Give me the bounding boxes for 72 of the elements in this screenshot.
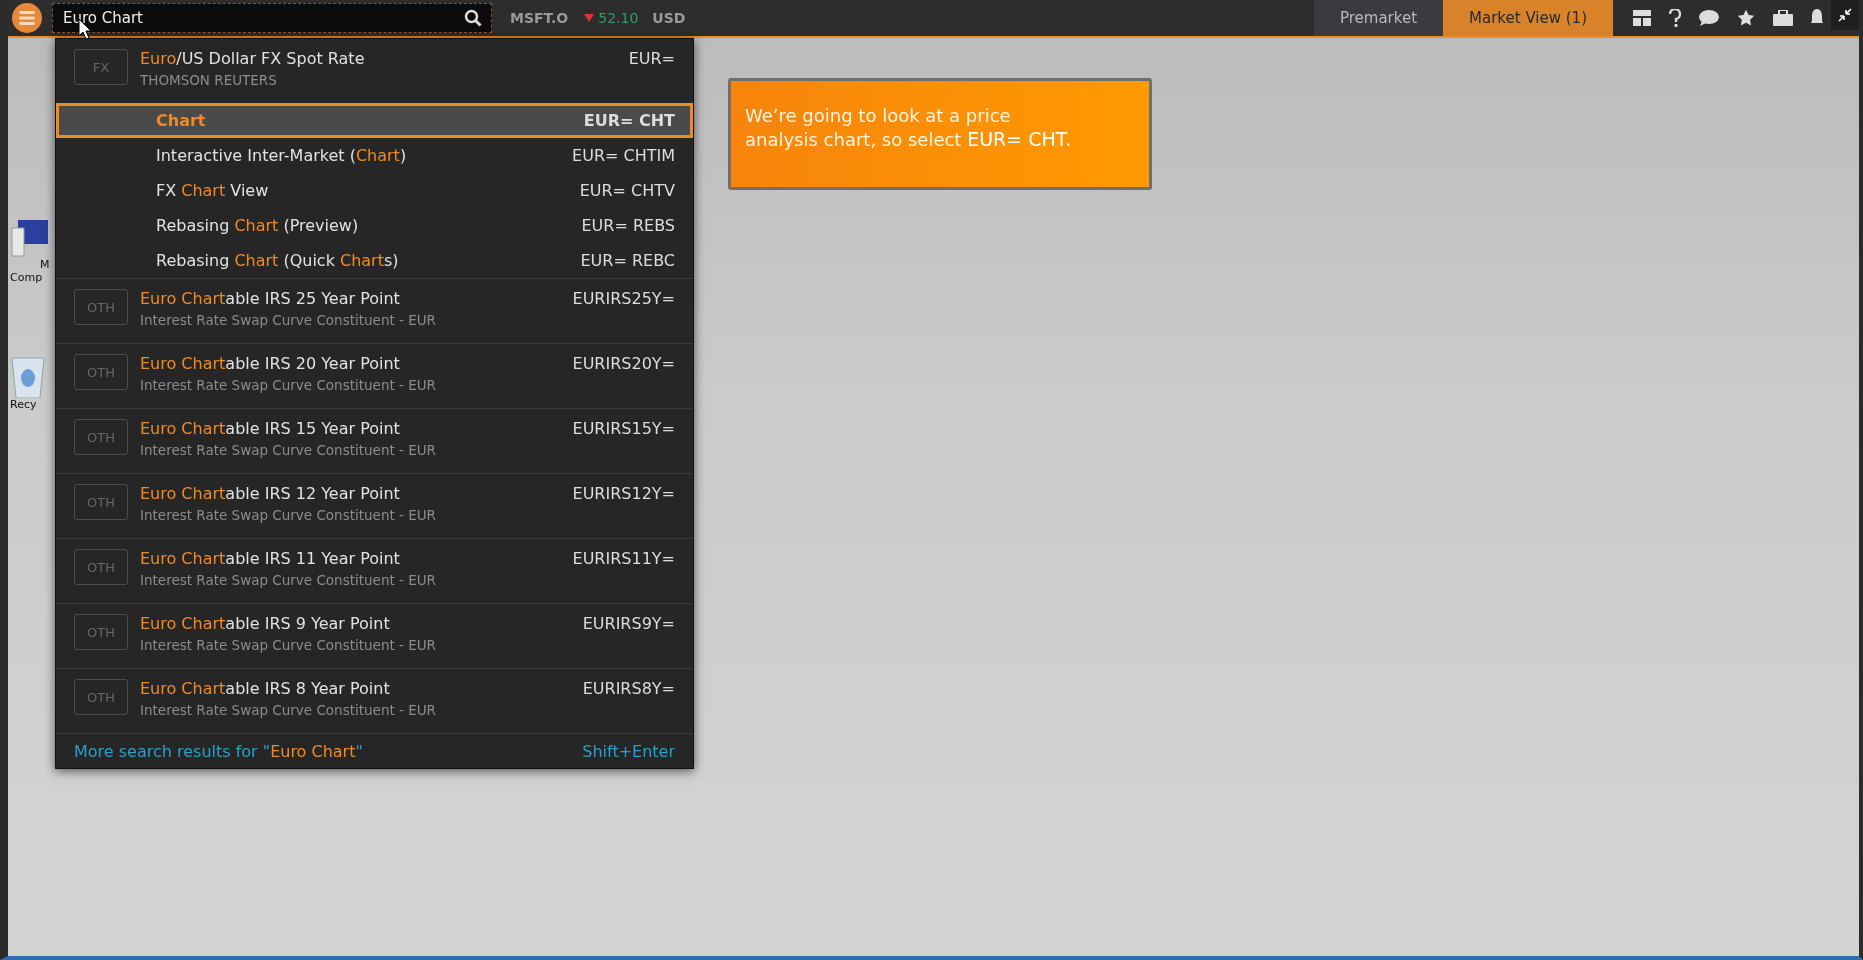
collapse-arrows-icon[interactable] [1838, 8, 1852, 22]
option-code: EUR= REBC [580, 251, 675, 270]
shortcut-hint: Shift+Enter [582, 741, 675, 761]
category-badge: OTH [74, 289, 128, 325]
category-badge: OTH [74, 484, 128, 520]
collapse-button[interactable] [1831, 0, 1859, 30]
tab[interactable]: Premarket [1313, 0, 1444, 36]
option-title: Interactive Inter-Market (Chart) [156, 146, 407, 165]
desktop-icon-label: M [40, 258, 50, 271]
result-code: EURIRS9Y= [582, 614, 675, 633]
category-badge: OTH [74, 679, 128, 715]
option-code: EUR= CHTV [579, 181, 675, 200]
result-option[interactable]: Interactive Inter-Market (Chart) EUR= CHTIM [56, 138, 693, 173]
result-subtitle: Interest Rate Swap Curve Constituent - EUR [140, 702, 437, 718]
search-result[interactable]: FX Euro/US Dollar FX Spot Rate THOMSON REUTERS EUR= [56, 39, 693, 103]
category-badge: FX [74, 49, 128, 85]
result-subtitle: Interest Rate Swap Curve Constituent - EUR [140, 507, 437, 523]
result-subtitle: Interest Rate Swap Curve Constituent - EUR [140, 377, 437, 393]
result-title: Euro Chartable IRS 11 Year Point [140, 549, 401, 568]
ticker-price: 52.10 [598, 10, 639, 26]
result-title: Euro Chartable IRS 9 Year Point [140, 614, 391, 633]
result-subtitle: Interest Rate Swap Curve Constituent - EUR [140, 442, 437, 458]
result-code: EURIRS15Y= [572, 419, 675, 438]
category-badge: OTH [74, 614, 128, 650]
result-title: Euro Chartable IRS 8 Year Point [140, 679, 391, 698]
option-title: Rebasing Chart (Preview) [156, 216, 359, 235]
search-result[interactable]: OTH Euro Chartable IRS 11 Year Point Interest Rate Swap Curve Constituent - EUR EURIRS11Y= [56, 539, 693, 603]
option-title: Chart [156, 111, 206, 130]
result-code: EURIRS20Y= [572, 354, 675, 373]
option-code: EUR= CHTIM [572, 146, 675, 165]
search-result[interactable]: OTH Euro Chartable IRS 15 Year Point Interest Rate Swap Curve Constituent - EUR EURIRS15Y= [56, 409, 693, 473]
result-title: Euro/US Dollar FX Spot Rate [140, 49, 366, 68]
option-code: EUR= CHT [583, 111, 675, 130]
category-badge: OTH [74, 354, 128, 390]
result-title: Euro Chartable IRS 25 Year Point [140, 289, 401, 308]
result-subtitle: THOMSON REUTERS [140, 72, 278, 88]
result-code: EURIRS11Y= [572, 549, 675, 568]
desktop-icon-label: Recy [10, 398, 37, 411]
result-code: EUR= [628, 49, 675, 68]
result-title: Euro Chartable IRS 12 Year Point [140, 484, 401, 503]
result-subtitle: Interest Rate Swap Curve Constituent - EUR [140, 637, 437, 653]
desktop-icon-label: Comp [10, 271, 43, 284]
result-option[interactable]: FX Chart View EUR= CHTV [56, 173, 693, 208]
computer-icon [10, 218, 50, 258]
recycle-bin-icon [10, 354, 46, 398]
option-title: Rebasing Chart (Quick Charts) [156, 251, 399, 270]
result-title: Euro Chartable IRS 20 Year Point [140, 354, 401, 373]
result-option[interactable]: Rebasing Chart (Quick Charts) EUR= REBC [56, 243, 693, 278]
more-results-link[interactable]: More search results for "Euro Chart" [74, 741, 363, 761]
menu-logo-button[interactable] [12, 3, 42, 33]
search-icon[interactable] [464, 9, 482, 27]
search-result[interactable]: OTH Euro Chartable IRS 12 Year Point Interest Rate Swap Curve Constituent - EUR EURIRS12Y= [56, 474, 693, 538]
tab[interactable]: Market View (1) [1443, 0, 1613, 36]
ticker-currency: USD [652, 10, 686, 26]
result-code: EURIRS8Y= [582, 679, 675, 698]
option-code: EUR= REBS [581, 216, 675, 235]
search-result[interactable]: OTH Euro Chartable IRS 20 Year Point Interest Rate Swap Curve Constituent - EUR EURIRS20Y= [56, 344, 693, 408]
callout-text: We’re going to look at a price analysis chart, so select EUR= CHT. [745, 105, 1073, 152]
result-subtitle: Interest Rate Swap Curve Constituent - EUR [140, 572, 437, 588]
result-option[interactable]: Rebasing Chart (Preview) EUR= REBS [56, 208, 693, 243]
ticker-symbol: MSFT.O [510, 10, 569, 26]
search-result[interactable]: OTH Euro Chartable IRS 8 Year Point Interest Rate Swap Curve Constituent - EUR EURIRS8Y= [56, 669, 693, 733]
category-badge: OTH [74, 419, 128, 455]
result-code: EURIRS12Y= [572, 484, 675, 503]
option-title: FX Chart View [156, 181, 269, 200]
search-result[interactable]: OTH Euro Chartable IRS 9 Year Point Interest Rate Swap Curve Constituent - EUR EURIRS9Y= [56, 604, 693, 668]
result-code: EURIRS25Y= [572, 289, 675, 308]
result-option[interactable]: Chart EUR= CHT [56, 103, 693, 138]
result-subtitle: Interest Rate Swap Curve Constituent - EUR [140, 312, 437, 328]
category-badge: OTH [74, 549, 128, 585]
search-result[interactable]: OTH Euro Chartable IRS 25 Year Point Interest Rate Swap Curve Constituent - EUR EURIRS25Y= [56, 279, 693, 343]
result-title: Euro Chartable IRS 15 Year Point [140, 419, 401, 438]
